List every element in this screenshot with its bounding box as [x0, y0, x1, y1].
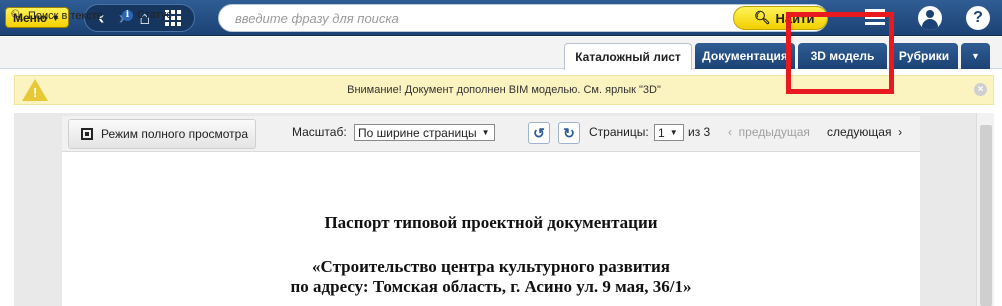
close-icon[interactable]: ×: [974, 83, 987, 96]
fullscreen-mode-button[interactable]: Режим полного просмотра: [68, 119, 256, 149]
page-current: 1: [658, 125, 665, 140]
page-select[interactable]: 1 ▼: [654, 124, 684, 141]
chevron-down-icon: ▼: [669, 128, 678, 137]
document-subtitle-line1: «Строительство центра культурного развит…: [312, 257, 670, 276]
tab-rubrics[interactable]: Рубрики: [890, 43, 958, 69]
next-page-link[interactable]: следующая ›: [827, 125, 902, 139]
search-in-text-label: Поиск в тексте: [27, 9, 103, 22]
tab-label: Каталожный лист: [575, 50, 681, 64]
scale-label: Масштаб:: [292, 125, 347, 139]
previous-label: предыдущая: [738, 125, 810, 139]
help-icon[interactable]: ?: [966, 6, 990, 30]
chevron-down-icon: ▼: [971, 51, 980, 61]
page-total: из 3: [688, 125, 711, 139]
tabs-more-button[interactable]: ▼: [961, 43, 990, 69]
fullscreen-label: Режим полного просмотра: [101, 127, 249, 141]
rotate-left-icon: ↺: [533, 124, 545, 141]
tab-label: Документация: [702, 49, 788, 63]
rotate-left-button[interactable]: ↺: [528, 122, 550, 144]
status-label: Статус: [137, 9, 172, 21]
search-icon: 🔍︎: [754, 10, 771, 25]
magnifier-icon: 🔍︎: [10, 10, 24, 22]
pages-label: Страницы:: [589, 125, 649, 139]
highlight-box: [786, 12, 894, 94]
rotate-right-icon: ↻: [563, 124, 575, 141]
previous-page-link[interactable]: ‹ предыдущая: [728, 125, 810, 139]
tab-documentation[interactable]: Документация: [695, 43, 795, 69]
document-title: Паспорт типовой проектной документации: [324, 213, 658, 232]
fullscreen-icon: [81, 128, 93, 140]
search-in-text-link[interactable]: 🔍︎ Поиск в тексте: [10, 9, 103, 23]
vertical-scrollbar[interactable]: [976, 113, 994, 306]
tab-label: Рубрики: [898, 49, 950, 63]
rotate-right-button[interactable]: ↻: [558, 122, 580, 144]
chevron-down-icon: ▼: [481, 128, 490, 137]
user-avatar-icon[interactable]: [918, 6, 942, 30]
next-label: следующая: [827, 125, 892, 139]
scale-select[interactable]: По ширине страницы ▼: [354, 124, 495, 141]
scrollbar-thumb[interactable]: [980, 125, 992, 306]
status-link[interactable]: i Статус: [122, 9, 172, 21]
scale-value: По ширине страницы: [358, 125, 477, 140]
search-input[interactable]: [235, 11, 715, 26]
document-subtitle-line2: по адресу: Томская область, г. Асино ул.…: [290, 277, 692, 296]
info-icon: i: [122, 9, 133, 21]
tab-catalog-sheet[interactable]: Каталожный лист: [564, 43, 692, 70]
